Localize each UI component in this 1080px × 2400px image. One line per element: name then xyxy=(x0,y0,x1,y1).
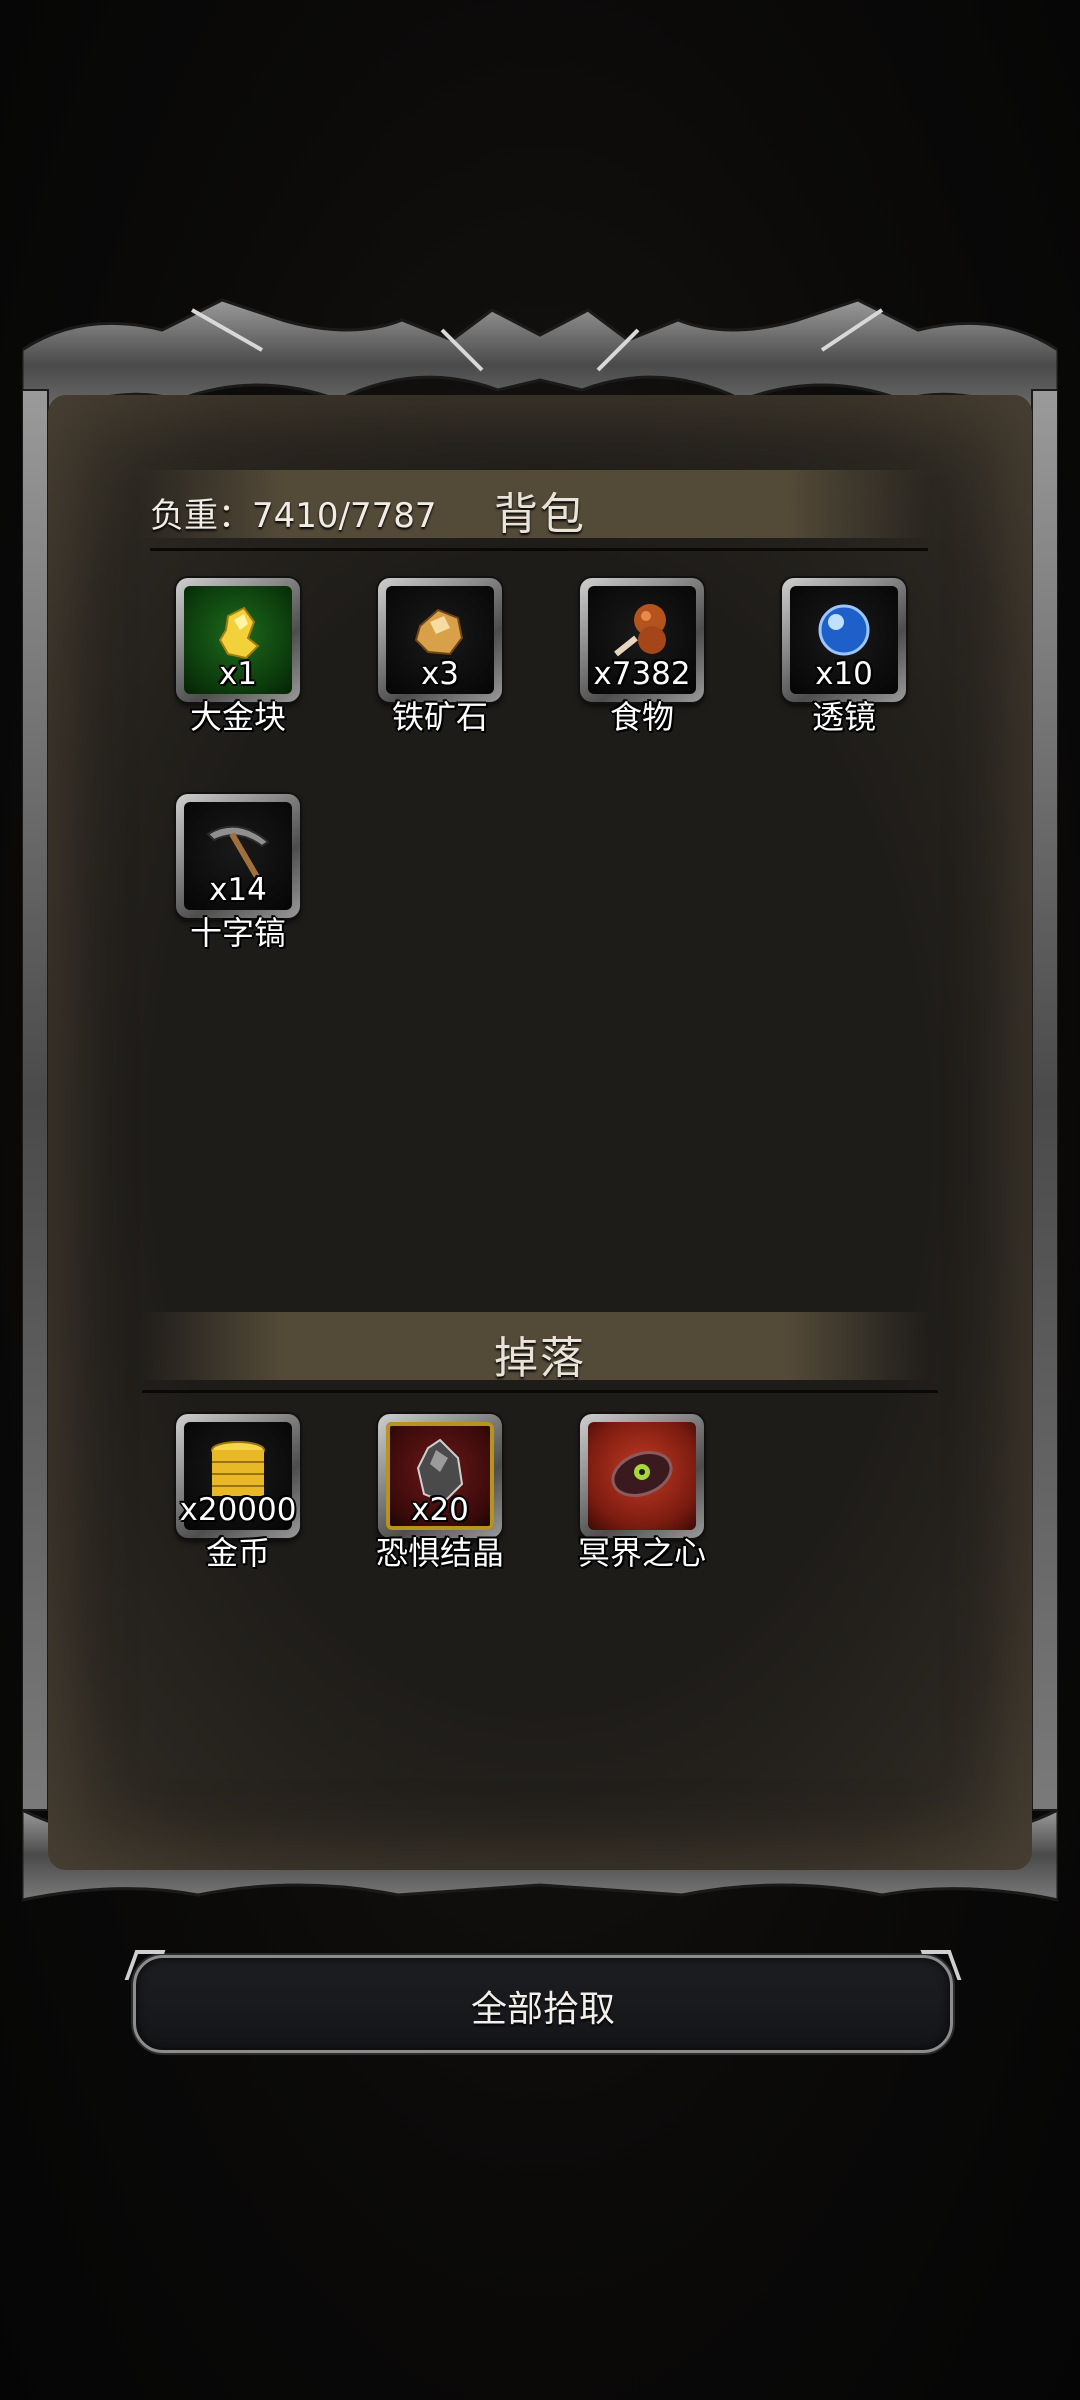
item-name: 恐惧结晶 xyxy=(375,1534,504,1572)
drop-item-gold-coins[interactable]: x20000 金币 xyxy=(176,1414,300,1572)
item-name: 大金块 xyxy=(189,698,286,736)
item-name: 冥界之心 xyxy=(577,1534,706,1572)
drop-item-underworld-heart[interactable]: 冥界之心 xyxy=(578,1414,706,1572)
item-name: 铁矿石 xyxy=(391,698,488,736)
item-name: 透镜 xyxy=(811,698,876,736)
item-count: x10 xyxy=(815,656,873,692)
item-count: x7382 xyxy=(593,656,691,692)
item-count: x1 xyxy=(218,656,258,692)
item-count: x14 xyxy=(209,872,267,908)
item-count: x20000 xyxy=(179,1492,297,1528)
drop-item-fear-crystal[interactable]: x20 恐惧结晶 xyxy=(376,1414,504,1572)
backpack-divider xyxy=(150,548,928,551)
item-count: x3 xyxy=(420,656,460,692)
drops-title: 掉落 xyxy=(494,1333,586,1384)
loot-screen: 负重：7410/7787 背包 x1 大金块 x3 铁矿石 x7382 食物 x… xyxy=(0,0,1080,2400)
backpack-item-iron-ore[interactable]: x3 铁矿石 xyxy=(378,578,502,736)
pickup-all-button[interactable]: 全部拾取 xyxy=(133,1955,953,2053)
item-name: 十字镐 xyxy=(189,914,286,952)
underworld-heart-icon xyxy=(611,1451,673,1497)
pickup-all-label: 全部拾取 xyxy=(470,1989,615,2030)
item-name: 食物 xyxy=(609,698,674,736)
item-count: x20 xyxy=(411,1492,469,1528)
backpack-item-pickaxe[interactable]: x14 十字镐 xyxy=(176,794,300,952)
backpack-title: 背包 xyxy=(494,489,586,540)
backpack-item-food[interactable]: x7382 食物 xyxy=(580,578,704,736)
drops-divider xyxy=(142,1390,938,1393)
backpack-item-lens[interactable]: x10 透镜 xyxy=(782,578,906,736)
backpack-item-gold-nugget[interactable]: x1 大金块 xyxy=(176,578,300,736)
item-name: 金币 xyxy=(205,1534,270,1572)
